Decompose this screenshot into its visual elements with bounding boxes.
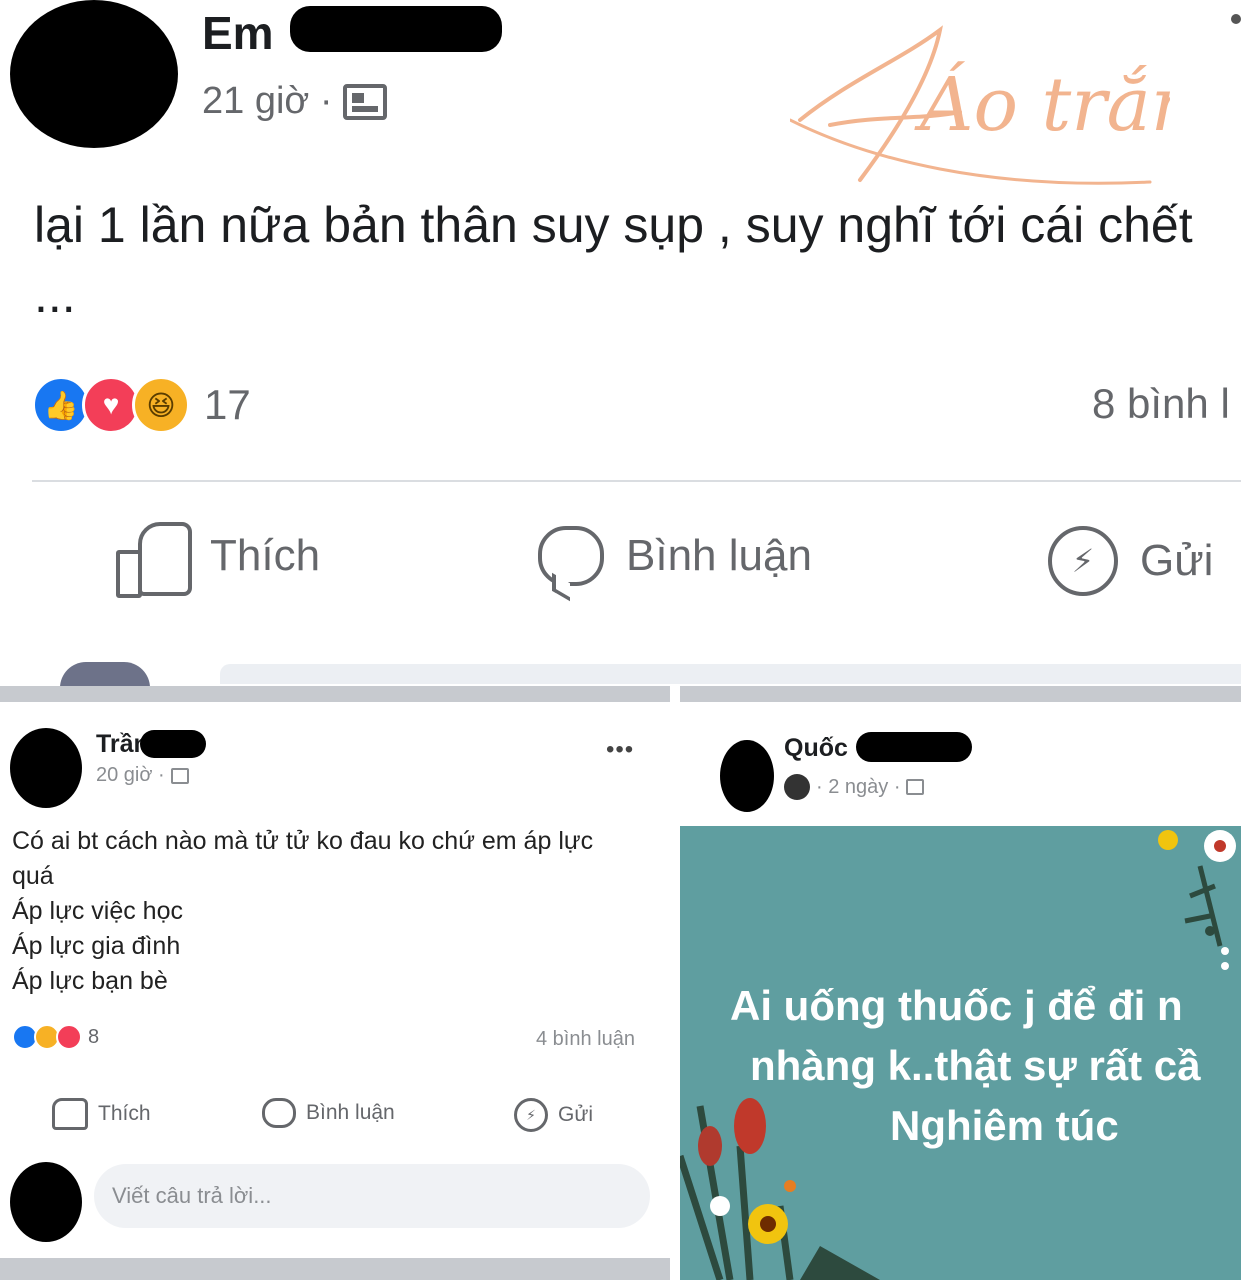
caption-line: Ai uống thuốc j để đi n: [730, 982, 1183, 1029]
thumbs-up-icon: [52, 1098, 88, 1130]
group-icon: [784, 774, 810, 800]
flower-top-right-icon: [1158, 830, 1236, 970]
reaction-count[interactable]: 8: [88, 1026, 99, 1049]
post-author[interactable]: Em: [202, 6, 274, 60]
comment-button[interactable]: Bình luận: [262, 1098, 395, 1128]
speech-bubble-icon: [262, 1098, 296, 1128]
reply-input[interactable]: [94, 1164, 650, 1228]
thumbs-up-icon: [116, 522, 192, 598]
send-button[interactable]: ⚡ Gửi: [1048, 526, 1213, 596]
avatar-redacted[interactable]: [720, 740, 774, 812]
next-avatar-partial: [60, 662, 150, 688]
speech-bubble-icon: [538, 526, 604, 586]
messenger-icon: ⚡: [514, 1098, 548, 1132]
audience-icon[interactable]: [170, 767, 189, 784]
watermark-text: Áo trắng: [914, 60, 1170, 148]
reaction-count[interactable]: 17: [204, 381, 251, 429]
send-label: Gửi: [1140, 536, 1214, 585]
like-label: Thích: [98, 1102, 151, 1125]
post-time[interactable]: 21 giờ ·: [202, 80, 333, 123]
name-redaction: [856, 732, 972, 762]
send-label: Gửi: [558, 1103, 594, 1126]
haha-reaction-icon: 😆: [132, 376, 190, 434]
post-line: Áp lực bạn bè: [12, 967, 168, 995]
avatar-redacted[interactable]: [10, 0, 178, 148]
post-meta: 20 giờ ·: [96, 764, 189, 787]
name-redaction: [140, 730, 206, 758]
comment-button[interactable]: Bình luận: [538, 526, 812, 586]
like-button[interactable]: Thích: [116, 522, 321, 598]
next-input-partial: [220, 664, 1241, 684]
post-meta: · 2 ngày ·: [784, 774, 925, 800]
caption-line: nhàng k..thật sự rất cầ: [750, 1042, 1201, 1089]
caption-line: Nghiêm túc: [890, 1102, 1119, 1149]
comment-label: Bình luận: [306, 1101, 395, 1124]
comment-count[interactable]: 8 bình l: [1092, 380, 1241, 428]
audience-icon[interactable]: [906, 779, 925, 795]
post-line: Áp lực gia đình: [12, 932, 181, 960]
post-image[interactable]: Ai uống thuốc j để đi n nhàng k..thật sự…: [680, 826, 1241, 1280]
image-caption: Ai uống thuốc j để đi n nhàng k..thật sự…: [680, 976, 1241, 1156]
top-post: Em 21 giờ · Áo trắng lại 1 lần nữa bản t…: [0, 0, 1241, 688]
watermark-logo: Áo trắng: [790, 25, 1170, 185]
post-text: lại 1 lần nữa bản thân suy sụp , suy ngh…: [34, 197, 1193, 323]
avatar-redacted: [10, 1162, 82, 1242]
post-line: quá: [12, 862, 54, 890]
like-button[interactable]: Thích: [52, 1098, 151, 1130]
more-options-icon[interactable]: [1231, 14, 1241, 24]
more-options-icon[interactable]: •••: [606, 736, 634, 764]
post-line: Áp lực việc học: [12, 897, 183, 925]
love-reaction-icon: [56, 1024, 82, 1050]
avatar-redacted[interactable]: [10, 728, 82, 808]
send-button[interactable]: ⚡ Gửi: [514, 1098, 593, 1132]
audience-icon[interactable]: [342, 83, 387, 120]
post-time[interactable]: · 2 ngày ·: [816, 776, 900, 799]
name-redaction: [290, 6, 502, 52]
messenger-icon: ⚡: [1048, 526, 1118, 596]
post-line: Có ai bt cách nào mà tử tử ko đau ko chứ…: [12, 827, 594, 855]
post-time[interactable]: 20 giờ ·: [96, 764, 165, 787]
post-text: Có ai bt cách nào mà tử tử ko đau ko chứ…: [12, 824, 662, 999]
post-meta: 21 giờ ·: [202, 80, 387, 123]
divider: [32, 480, 1241, 482]
comment-label: Bình luận: [626, 531, 812, 580]
comment-count[interactable]: 4 bình luận: [536, 1028, 635, 1051]
like-label: Thích: [210, 531, 321, 580]
reaction-summary[interactable]: 8: [12, 1024, 99, 1050]
post-author[interactable]: Quốc: [784, 734, 848, 763]
right-post: Quốc · 2 ngày · Ai uống thuốc j để đi n …: [680, 686, 1241, 1280]
left-post: Trần 20 giờ · ••• Có ai bt cách nào mà t…: [0, 686, 670, 1280]
reaction-summary[interactable]: 👍 ♥ 😆 17: [32, 376, 251, 434]
